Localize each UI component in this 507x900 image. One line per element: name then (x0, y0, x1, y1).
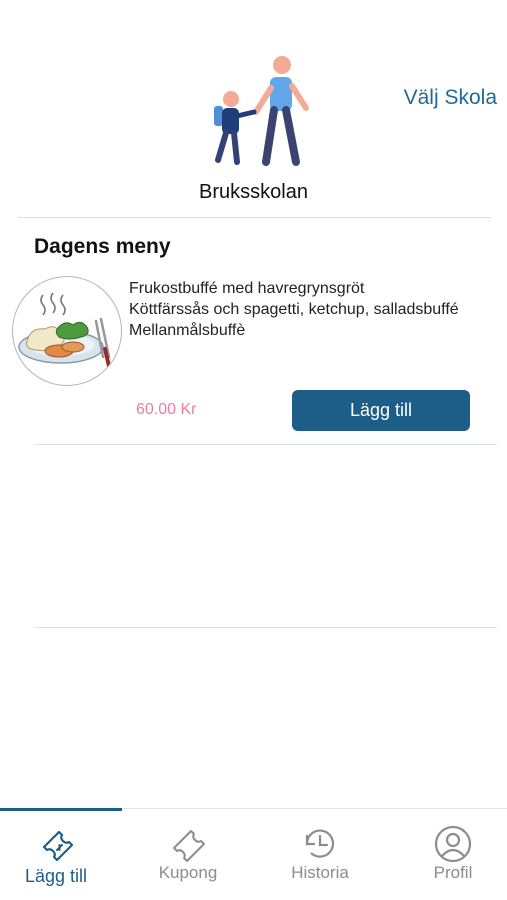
meal-line: Köttfärssås och spagetti, ketchup, salla… (129, 301, 459, 318)
tab-profil[interactable]: Profil (390, 809, 507, 900)
tab-label: Historia (291, 863, 349, 882)
profile-icon (434, 825, 472, 863)
menu-divider-lower (34, 627, 497, 628)
tab-historia[interactable]: Historia (257, 809, 383, 900)
meal-line: Frukostbuffé med havregrynsgröt (129, 280, 365, 297)
tab-lagg-till[interactable]: Lägg till (0, 809, 119, 900)
tab-label: Profil (433, 863, 473, 882)
school-walk-illustration (214, 56, 309, 166)
tab-label: Lägg till (24, 866, 88, 886)
meal-price: 60.00 Kr (136, 401, 197, 418)
ticket-add-icon (42, 830, 74, 862)
add-to-cart-button[interactable]: Lägg till (292, 390, 470, 431)
tab-bar: Lägg till Kupong Historia Profil (0, 808, 507, 900)
menu-heading: Dagens meny (34, 235, 171, 258)
tab-label: Kupong (158, 863, 218, 882)
plate-with-food-icon (18, 292, 113, 377)
meal-line: Mellanmålsbuffè (129, 322, 246, 339)
meal-image (12, 276, 122, 386)
header: Bruksskolan Välj Skola (0, 0, 507, 218)
ticket-icon (173, 830, 205, 862)
menu-divider (34, 444, 497, 445)
choose-school-link[interactable]: Välj Skola (404, 86, 497, 110)
history-clock-icon (305, 829, 335, 858)
meal-description: Frukostbuffé med havregrynsgröt Köttfärs… (129, 278, 489, 341)
header-divider (18, 217, 491, 218)
school-name: Bruksskolan (199, 181, 308, 203)
tab-kupong[interactable]: Kupong (125, 809, 251, 900)
